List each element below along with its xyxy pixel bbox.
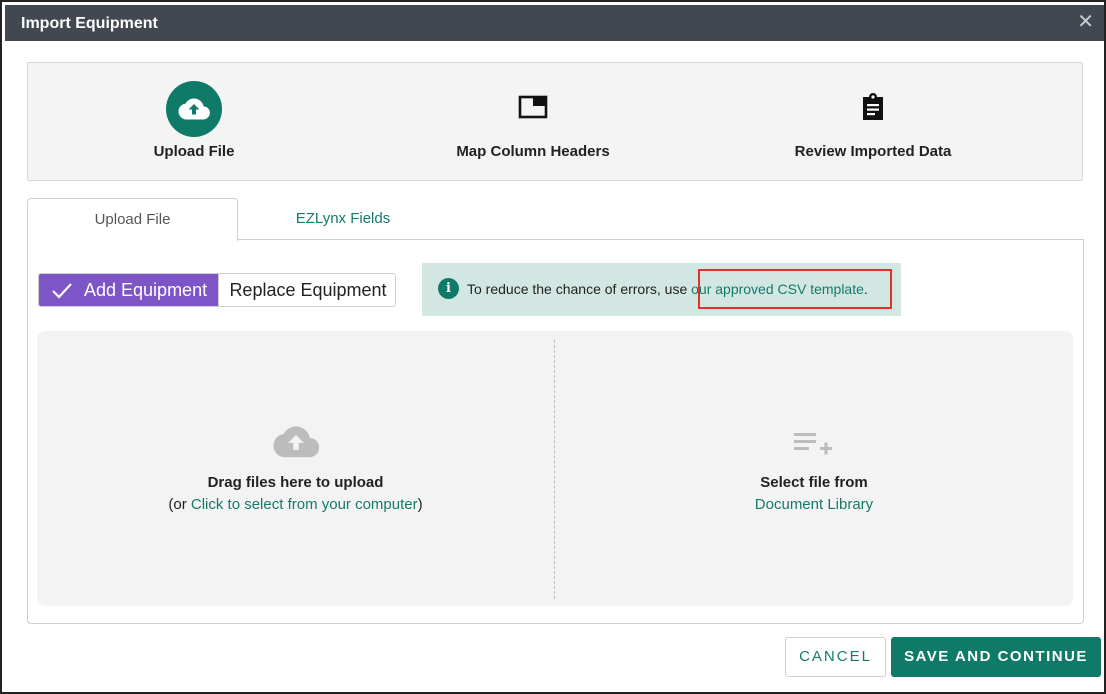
modal-header: Import Equipment ✕ [5,5,1104,41]
step-upload-file: Upload File [74,63,314,182]
info-suffix: . [863,281,868,297]
info-message: To reduce the chance of errors, use our … [467,281,868,297]
import-stepper: Upload File Map Column Headers Review Im… [27,62,1083,181]
document-library-link[interactable]: Document Library [755,496,873,513]
step-map-column-headers: Map Column Headers [413,63,653,182]
library-area[interactable]: Select file from Document Library [555,331,1073,606]
close-icon[interactable]: ✕ [1077,12,1094,32]
step-label: Map Column Headers [456,143,610,160]
playlist-add-icon [794,431,834,462]
window-icon [518,95,548,124]
save-and-continue-button[interactable]: SAVE AND CONTINUE [891,637,1101,677]
library-title: Select file from [760,474,868,491]
checkmark-icon [51,280,73,305]
mode-toggle: Add Equipment Replace Equipment [38,273,396,307]
upload-prefix: (or [168,496,191,513]
option-label: Add Equipment [84,280,208,300]
csv-template-link[interactable]: our approved CSV template [691,281,864,297]
tab-label: Upload File [94,211,171,228]
cloud-upload-icon [166,81,222,137]
tab-ezlynx-fields[interactable]: EZLynx Fields [238,198,448,240]
step-label: Review Imported Data [794,143,952,160]
upload-suffix: ) [417,496,423,513]
add-equipment-option[interactable]: Add Equipment [39,274,218,306]
cancel-button[interactable]: CANCEL [785,637,886,677]
cloud-upload-icon [273,426,319,463]
modal-title: Import Equipment [21,15,158,32]
upload-subtext: (or Click to select from your computer) [37,496,554,513]
tab-upload-file[interactable]: Upload File [27,198,238,241]
step-review-imported-data: Review Imported Data [753,63,993,182]
clipboard-icon [860,93,886,126]
info-icon: i [438,278,459,299]
step-label: Upload File [153,143,235,160]
info-text: To reduce the chance of errors, use [467,281,692,297]
replace-equipment-option[interactable]: Replace Equipment [218,274,395,306]
tab-label: EZLynx Fields [295,210,391,227]
select-from-computer-link[interactable]: Click to select from your computer [191,496,418,513]
upload-area[interactable]: Drag files here to upload (or Click to s… [37,331,554,606]
upload-title: Drag files here to upload [207,474,384,491]
library-subtext: Document Library [555,496,1073,513]
option-label: Replace Equipment [229,280,387,300]
info-banner: i To reduce the chance of errors, use ou… [422,263,901,316]
